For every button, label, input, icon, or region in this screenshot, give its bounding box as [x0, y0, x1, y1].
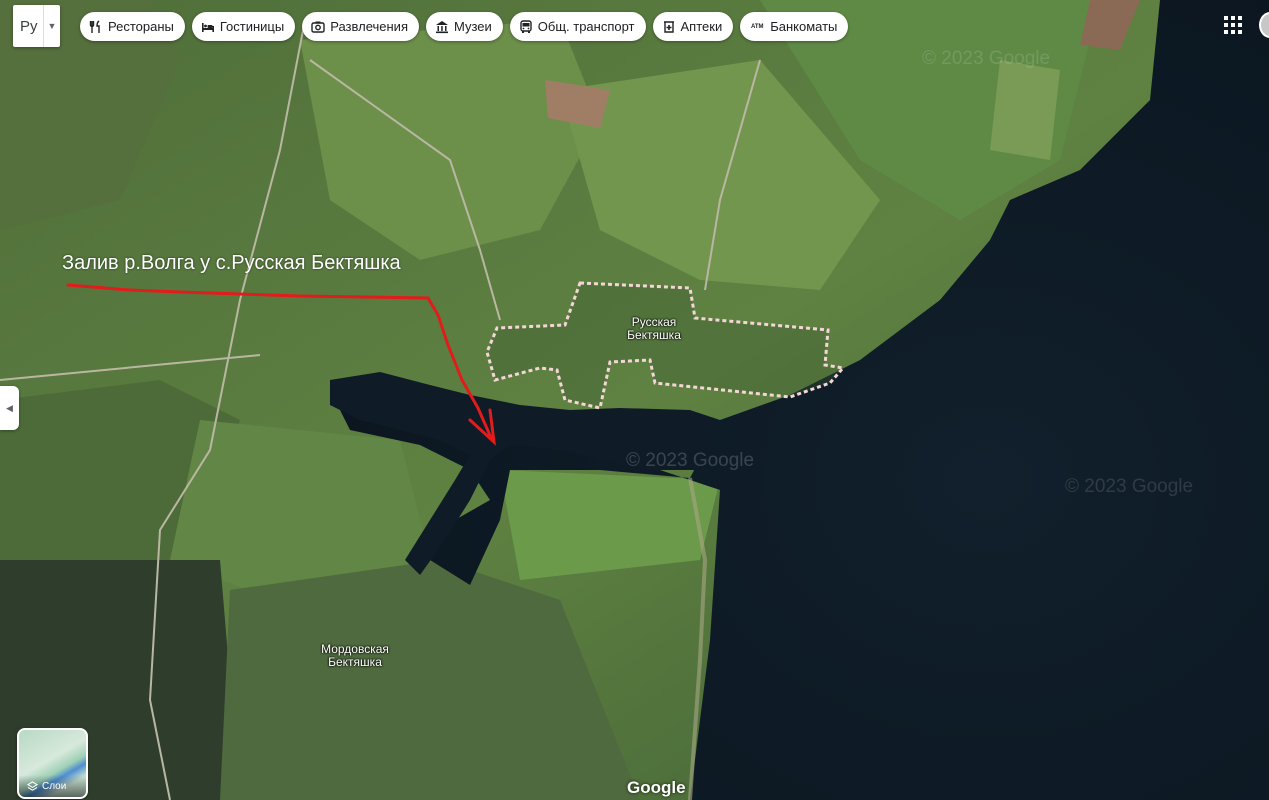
chip-transit[interactable]: Общ. транспорт — [509, 12, 646, 41]
search-box[interactable]: Ру ▼ — [13, 5, 60, 47]
chevron-left-icon: ◀ — [6, 402, 13, 413]
layers-bar: Слои — [19, 775, 86, 797]
atm-icon: ATM — [750, 23, 764, 30]
chip-label: Музеи — [453, 19, 492, 34]
museum-icon — [435, 20, 449, 34]
chip-restaurants[interactable]: Рестораны — [80, 12, 185, 41]
bus-icon — [519, 19, 533, 34]
chip-label: Аптеки — [680, 19, 723, 34]
collapse-panel-button[interactable]: ◀ — [0, 386, 19, 430]
chip-label: Гостиницы — [219, 19, 285, 34]
language-label: Ру — [20, 17, 38, 35]
place-label-russkaya-bektyashka[interactable]: Русская Бектяшка — [614, 316, 694, 342]
google-logo: Google — [627, 778, 686, 797]
category-chips: Рестораны Гостиницы Развлечения Музеи Об… — [80, 12, 849, 41]
chip-label: Банкоматы — [770, 19, 838, 34]
chip-hotels[interactable]: Гостиницы — [191, 12, 296, 41]
chip-pharmacies[interactable]: Аптеки — [652, 12, 734, 41]
place-label-mordovskaya-bektyashka[interactable]: Мордовская Бектяшка — [308, 643, 402, 669]
layers-label: Слои — [42, 780, 67, 792]
apps-grid-icon[interactable] — [1222, 14, 1244, 36]
layers-icon — [27, 780, 38, 791]
chip-label: Рестораны — [108, 19, 174, 34]
chip-entertainment[interactable]: Развлечения — [302, 12, 419, 41]
pharmacy-icon — [662, 20, 676, 34]
caret-down-icon[interactable]: ▼ — [44, 21, 60, 31]
copyright-watermark: © 2023 Google — [626, 450, 755, 471]
chip-museums[interactable]: Музеи — [425, 12, 503, 41]
fork-knife-icon — [89, 19, 103, 34]
chip-label: Развлечения — [330, 19, 408, 34]
chip-label: Общ. транспорт — [537, 19, 635, 34]
chip-atms[interactable]: ATM Банкоматы — [740, 12, 849, 41]
bed-icon — [201, 20, 215, 34]
layers-button[interactable]: Слои — [17, 728, 88, 799]
camera-icon — [311, 20, 325, 34]
satellite-map[interactable] — [0, 0, 1269, 800]
copyright-watermark: © 2023 Google — [1065, 476, 1194, 497]
annotation-label: Залив р.Волга у с.Русская Бектяшка — [62, 252, 401, 274]
copyright-watermark: © 2023 Google — [922, 48, 1051, 69]
